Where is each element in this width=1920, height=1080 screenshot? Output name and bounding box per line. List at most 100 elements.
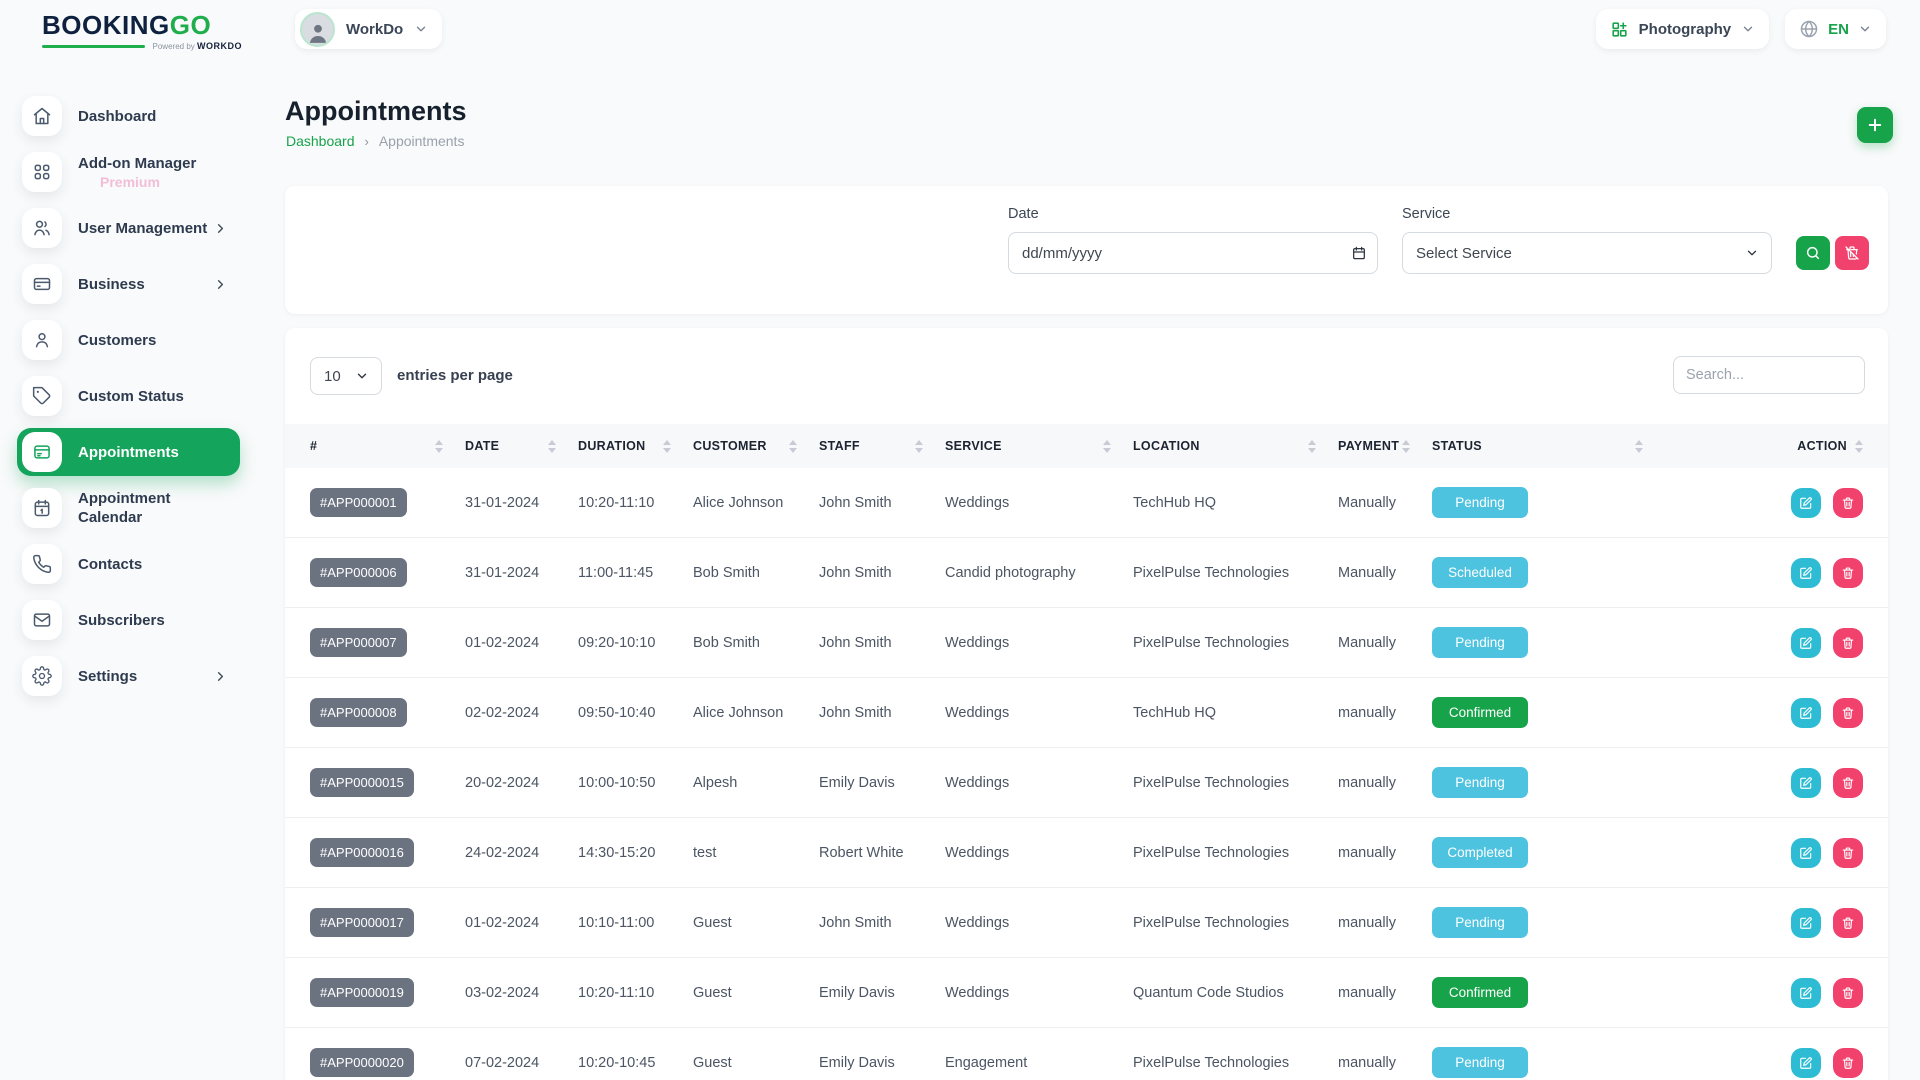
appointment-id-badge[interactable]: #APP000008 (310, 698, 407, 727)
table-search-input[interactable] (1673, 356, 1865, 394)
appointment-id-badge[interactable]: #APP0000015 (310, 768, 414, 797)
delete-appointment-button[interactable] (1833, 1048, 1863, 1078)
sidebar-item-business[interactable]: Business (17, 260, 240, 308)
sort-icon[interactable] (789, 440, 797, 453)
table-row: #APP00000701-02-202409:20-10:10Bob Smith… (285, 608, 1888, 678)
cell-status: Pending (1432, 1047, 1665, 1078)
delete-appointment-button[interactable] (1833, 908, 1863, 938)
edit-icon (1799, 636, 1813, 650)
column-header-number[interactable]: # (310, 424, 465, 468)
appointment-id-badge[interactable]: #APP0000017 (310, 908, 414, 937)
sidebar-item-subscribers[interactable]: Subscribers (17, 596, 240, 644)
sort-icon[interactable] (435, 440, 443, 453)
sidebar-item-appointments[interactable]: Appointments (17, 428, 240, 476)
column-header-staff[interactable]: STAFF (819, 424, 945, 468)
delete-appointment-button[interactable] (1833, 698, 1863, 728)
sort-icon[interactable] (1103, 440, 1111, 453)
cell-staff: John Smith (819, 565, 945, 581)
brand-logo[interactable]: BOOKINGGO Powered by WORKDO (42, 12, 242, 51)
apply-filter-button[interactable] (1796, 236, 1830, 270)
column-header-location[interactable]: LOCATION (1133, 424, 1338, 468)
sidebar-item-custom-status[interactable]: Custom Status (17, 372, 240, 420)
delete-appointment-button[interactable] (1833, 838, 1863, 868)
main-content: Appointments Dashboard › Appointments Da… (285, 0, 1888, 1080)
sidebar-item-label: Dashboard (78, 107, 156, 126)
cell-status: Pending (1432, 907, 1665, 938)
delete-appointment-button[interactable] (1833, 978, 1863, 1008)
breadcrumb-dashboard[interactable]: Dashboard (286, 133, 355, 149)
appointment-id-badge[interactable]: #APP000007 (310, 628, 407, 657)
cell-staff: John Smith (819, 495, 945, 511)
column-header-status[interactable]: STATUS (1432, 424, 1665, 468)
sidebar-item-settings[interactable]: Settings (17, 652, 240, 700)
sort-icon[interactable] (663, 440, 671, 453)
appointment-id-badge[interactable]: #APP0000016 (310, 838, 414, 867)
sort-icon[interactable] (1402, 440, 1410, 453)
cell-id: #APP000007 (310, 628, 465, 657)
cell-staff: Robert White (819, 845, 945, 861)
trash-icon (1841, 566, 1855, 580)
cell-payment: Manually (1338, 565, 1432, 581)
sidebar-item-contacts[interactable]: Contacts (17, 540, 240, 588)
add-appointment-button[interactable] (1857, 107, 1893, 143)
edit-appointment-button[interactable] (1791, 768, 1821, 798)
status-badge: Confirmed (1432, 977, 1528, 1008)
sort-icon[interactable] (1855, 440, 1863, 453)
edit-appointment-button[interactable] (1791, 698, 1821, 728)
chevron-right-icon (213, 221, 228, 236)
sidebar-item-text: Customers (78, 331, 156, 350)
column-header-duration[interactable]: DURATION (578, 424, 693, 468)
cell-payment: manually (1338, 705, 1432, 721)
cell-staff: Emily Davis (819, 985, 945, 1001)
sidebar-item-customers[interactable]: Customers (17, 316, 240, 364)
sort-icon[interactable] (1308, 440, 1316, 453)
delete-appointment-button[interactable] (1833, 488, 1863, 518)
reset-filter-button[interactable] (1835, 236, 1869, 270)
sidebar-item-add-on-manager[interactable]: Add-on ManagerPremium (17, 148, 240, 196)
delete-appointment-button[interactable] (1833, 558, 1863, 588)
column-header-service[interactable]: SERVICE (945, 424, 1133, 468)
column-header-customer[interactable]: CUSTOMER (693, 424, 819, 468)
edit-appointment-button[interactable] (1791, 558, 1821, 588)
service-filter-label: Service (1402, 206, 1450, 222)
delete-appointment-button[interactable] (1833, 628, 1863, 658)
date-filter-input[interactable] (1008, 232, 1378, 274)
sort-icon[interactable] (915, 440, 923, 453)
sidebar-item-dashboard[interactable]: Dashboard (17, 92, 240, 140)
cell-location: PixelPulse Technologies (1133, 635, 1338, 651)
appointment-id-badge[interactable]: #APP0000019 (310, 978, 414, 1007)
sidebar-item-user-management[interactable]: User Management (17, 204, 240, 252)
sort-icon[interactable] (548, 440, 556, 453)
edit-appointment-button[interactable] (1791, 838, 1821, 868)
column-header-payment[interactable]: PAYMENT (1338, 424, 1432, 468)
table-row: #APP00000131-01-202410:20-11:10Alice Joh… (285, 468, 1888, 538)
cell-date: 01-02-2024 (465, 915, 578, 931)
cell-service: Weddings (945, 775, 1133, 791)
cell-staff: Emily Davis (819, 775, 945, 791)
cell-date: 02-02-2024 (465, 705, 578, 721)
delete-appointment-button[interactable] (1833, 768, 1863, 798)
grid-icon (22, 152, 62, 192)
column-header-date[interactable]: DATE (465, 424, 578, 468)
edit-appointment-button[interactable] (1791, 628, 1821, 658)
appointment-id-badge[interactable]: #APP0000020 (310, 1048, 414, 1077)
cell-duration: 09:20-10:10 (578, 635, 693, 651)
appointments-table-card: 10 entries per page #DATEDURATIONCUSTOME… (285, 328, 1888, 1080)
cell-date: 03-02-2024 (465, 985, 578, 1001)
edit-appointment-button[interactable] (1791, 978, 1821, 1008)
sidebar-item-appointment-calendar[interactable]: Appointment Calendar (17, 484, 240, 532)
tag-icon (22, 376, 62, 416)
entries-per-page-select[interactable]: 10 (310, 357, 382, 395)
service-filter-select[interactable]: Select Service (1402, 232, 1772, 274)
sidebar-item-label: Settings (78, 667, 137, 686)
edit-appointment-button[interactable] (1791, 1048, 1821, 1078)
trash-icon (1841, 1056, 1855, 1070)
appointment-id-badge[interactable]: #APP000006 (310, 558, 407, 587)
cell-staff: John Smith (819, 915, 945, 931)
appointment-id-badge[interactable]: #APP000001 (310, 488, 407, 517)
edit-appointment-button[interactable] (1791, 908, 1821, 938)
column-header-action[interactable]: ACTION (1665, 424, 1863, 468)
brand-tagline: Powered by WORKDO (42, 41, 242, 51)
edit-appointment-button[interactable] (1791, 488, 1821, 518)
sort-icon[interactable] (1635, 440, 1643, 453)
